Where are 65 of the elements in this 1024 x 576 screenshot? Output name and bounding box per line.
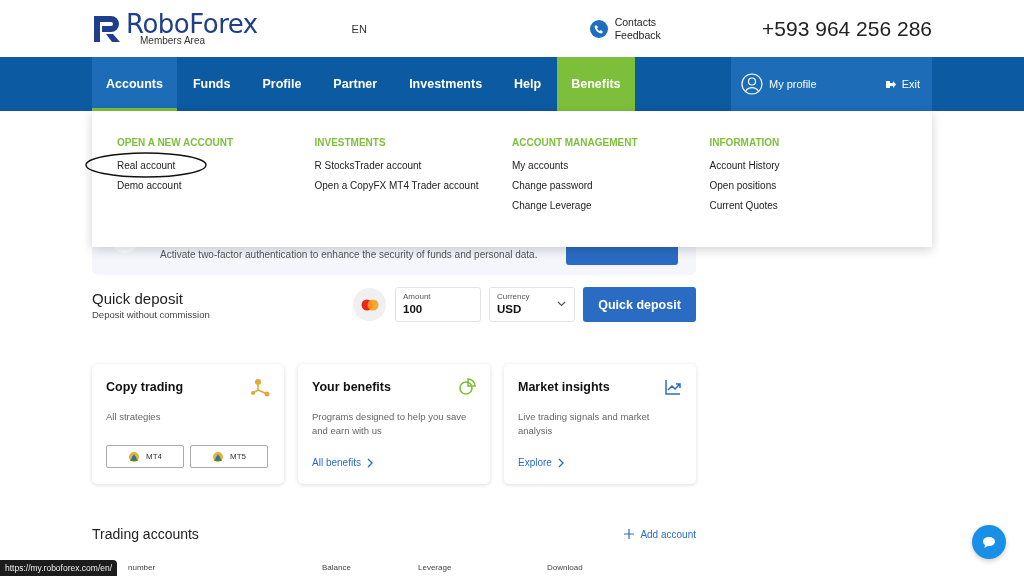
pie-chart-icon [458, 378, 476, 396]
my-profile-link[interactable]: My profile [741, 73, 817, 95]
banner-text: Activate two-factor authentication to enhance the security of funds and personal data. [160, 248, 539, 260]
nav-tab[interactable]: Accounts [92, 57, 177, 111]
card-text: All strategies [106, 410, 162, 424]
menu-link[interactable]: Change Leverage [512, 200, 592, 211]
nav-tab[interactable]: Profile [246, 57, 318, 111]
logo-icon [92, 13, 122, 44]
menu-link[interactable]: R StocksTrader account [314, 160, 422, 171]
currency-select[interactable]: Currency USD [489, 287, 575, 322]
metatrader-icon [212, 450, 224, 463]
chat-icon [982, 535, 996, 549]
section-subtitle: Deposit without commission [92, 308, 211, 320]
menu-link[interactable]: Change password [512, 180, 593, 191]
card-title: Your benefits [312, 380, 391, 394]
menu-link[interactable]: Open a CopyFX MT4 Trader account [314, 180, 479, 191]
column-header: Balance [322, 563, 351, 572]
section-title: Trading accounts [92, 526, 199, 542]
card-title: Market insights [518, 380, 610, 394]
card-text: Programs designed to help you save and earn with us [312, 410, 468, 438]
nav-tab[interactable]: Partner [317, 57, 394, 111]
chevron-down-icon [557, 301, 566, 307]
card-text: Live trading signals and market analysis [518, 410, 651, 438]
menu-heading: ACCOUNT MANAGEMENT [512, 137, 639, 148]
menu-heading: INVESTMENTS [314, 137, 387, 148]
nav-tab[interactable]: Investments [393, 57, 499, 111]
quick-deposit-button[interactable]: Quick deposit [583, 287, 696, 322]
chevron-right-icon [557, 457, 564, 468]
menu-link[interactable]: Demo account [117, 180, 182, 191]
card-title: Copy trading [106, 380, 184, 394]
nav-tab[interactable]: Help [498, 57, 558, 111]
nav-tab[interactable]: Funds [176, 57, 247, 111]
brand-subtitle: Members Area [140, 36, 207, 46]
phone-number: +593 964 256 286 [762, 16, 932, 41]
add-account-link[interactable]: Add account [624, 528, 696, 540]
menu-link[interactable]: Current Quotes [709, 200, 778, 211]
phone-icon [589, 19, 608, 38]
user-icon [741, 73, 763, 95]
chevron-right-icon [366, 457, 373, 468]
exit-link[interactable]: Exit [885, 78, 920, 90]
card-link[interactable]: Explore [518, 457, 564, 468]
status-url: https://my.roboforex.com/en/ [0, 560, 118, 576]
menu-link[interactable]: Open positions [709, 180, 777, 191]
network-icon [250, 378, 270, 398]
column-header: Leverage [418, 563, 452, 572]
column-header: Download [547, 563, 583, 572]
amount-field[interactable]: Amount 100 [395, 287, 481, 322]
menu-link[interactable]: Account History [709, 160, 780, 171]
metatrader-icon [128, 450, 140, 463]
language-selector[interactable]: EN [351, 22, 590, 35]
platform-button[interactable]: MT4 [106, 445, 184, 468]
trend-chart-icon [664, 378, 682, 396]
menu-heading: OPEN A NEW ACCOUNT [117, 137, 235, 148]
exit-icon [885, 79, 896, 89]
contact-link[interactable]: Feedback [614, 28, 661, 42]
card-link[interactable]: All benefits [312, 457, 373, 468]
plus-icon [624, 529, 635, 539]
card-logo-icon [353, 288, 386, 321]
menu-heading: INFORMATION [709, 137, 781, 148]
contact-link[interactable]: Contacts [614, 15, 661, 29]
platform-button[interactable]: MT5 [190, 445, 268, 468]
brand-name: RoboForex [126, 11, 258, 37]
section-title: Quick deposit [92, 289, 184, 307]
menu-link[interactable]: My accounts [512, 160, 569, 171]
chat-button[interactable] [972, 525, 1006, 559]
